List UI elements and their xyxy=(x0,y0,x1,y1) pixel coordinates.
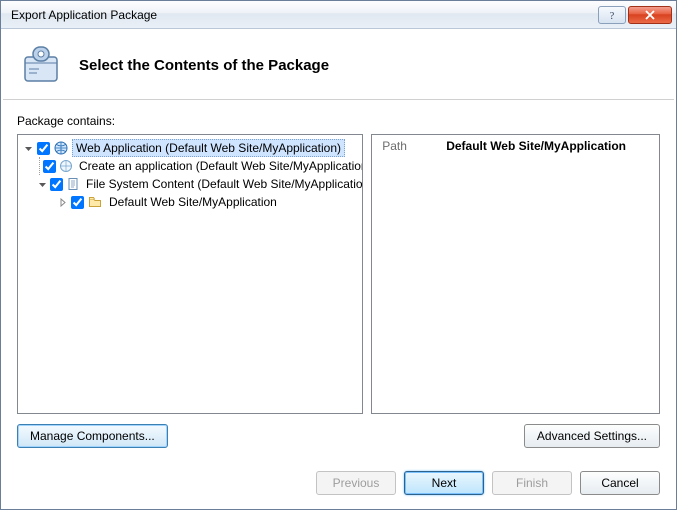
checkbox[interactable] xyxy=(50,178,63,191)
manage-components-button[interactable]: Manage Components... xyxy=(17,424,168,448)
package-contains-label: Package contains: xyxy=(17,114,660,128)
tree-row-web-application[interactable]: Web Application (Default Web Site/MyAppl… xyxy=(20,139,360,157)
tree-node-label[interactable]: Web Application (Default Web Site/MyAppl… xyxy=(72,139,345,157)
help-button[interactable]: ? xyxy=(598,6,626,24)
next-button[interactable]: Next xyxy=(404,471,484,495)
folder-icon xyxy=(87,194,103,210)
wizard-title: Select the Contents of the Package xyxy=(79,57,329,74)
tree-row-file-system[interactable]: File System Content (Default Web Site/My… xyxy=(20,175,360,193)
finish-button: Finish xyxy=(492,471,572,495)
close-button[interactable] xyxy=(628,6,672,24)
cancel-button[interactable]: Cancel xyxy=(580,471,660,495)
tree-node-label[interactable]: File System Content (Default Web Site/My… xyxy=(83,176,363,192)
titlebar: Export Application Package ? xyxy=(1,1,676,29)
document-icon xyxy=(66,176,80,192)
tree-row-folder[interactable]: Default Web Site/MyApplication xyxy=(20,193,360,211)
checkbox[interactable] xyxy=(71,196,84,209)
path-header: Path xyxy=(372,136,442,156)
tree-pane[interactable]: Web Application (Default Web Site/MyAppl… xyxy=(17,134,363,414)
expander-collapsed-icon[interactable] xyxy=(56,196,68,208)
globe-icon xyxy=(53,140,69,156)
tree-node-label[interactable]: Create an application (Default Web Site/… xyxy=(76,158,363,174)
wizard-button-row: Previous Next Finish Cancel xyxy=(316,471,660,495)
details-pane: Path Default Web Site/MyApplication xyxy=(371,134,660,414)
wizard-header: Select the Contents of the Package xyxy=(1,29,676,99)
tree-row-create-application[interactable]: Create an application (Default Web Site/… xyxy=(20,157,360,175)
svg-text:?: ? xyxy=(610,11,615,20)
checkbox[interactable] xyxy=(43,160,56,173)
globe-small-icon xyxy=(59,158,73,174)
content-area: Package contains: Web Application (Defau… xyxy=(1,100,676,458)
advanced-settings-button[interactable]: Advanced Settings... xyxy=(524,424,660,448)
tree-connector xyxy=(39,157,40,175)
package-icon xyxy=(19,43,63,87)
previous-button: Previous xyxy=(316,471,396,495)
expander-icon[interactable] xyxy=(38,178,47,190)
path-value: Default Web Site/MyApplication xyxy=(442,136,630,156)
tree-node-label[interactable]: Default Web Site/MyApplication xyxy=(106,194,280,210)
window-title: Export Application Package xyxy=(5,8,596,22)
checkbox[interactable] xyxy=(37,142,50,155)
expander-icon[interactable] xyxy=(22,142,34,154)
